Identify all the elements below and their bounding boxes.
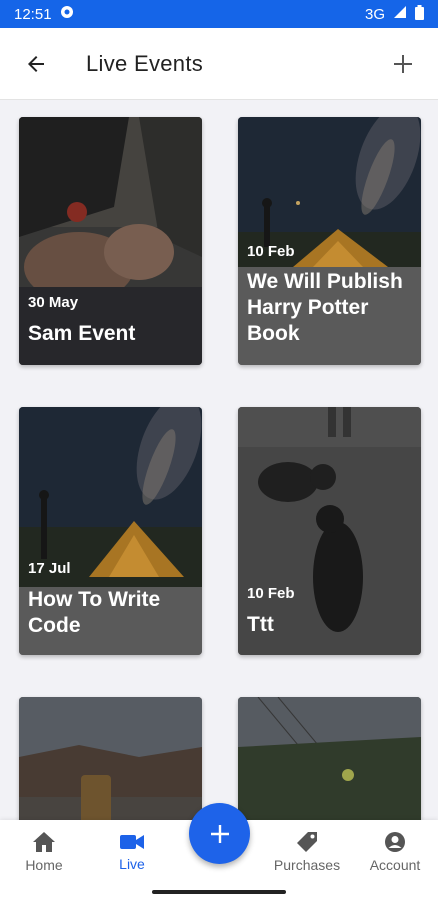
arrow-left-icon — [28, 55, 44, 72]
event-card[interactable]: 10 Feb Ttt — [238, 407, 421, 655]
tag-icon — [297, 832, 317, 852]
event-date: 30 May — [28, 294, 79, 311]
gesture-handle[interactable] — [152, 890, 286, 894]
account-circle-icon — [385, 832, 405, 852]
create-fab-button[interactable] — [189, 803, 250, 864]
event-card[interactable] — [19, 697, 202, 820]
back-button[interactable] — [0, 28, 72, 100]
status-time: 12:51 — [14, 5, 52, 23]
home-icon — [33, 832, 55, 852]
battery-icon — [415, 4, 424, 24]
event-date: 17 Jul — [28, 560, 71, 577]
nav-purchases-label: Purchases — [273, 857, 341, 873]
video-camera-icon — [120, 835, 144, 849]
nav-account-label: Account — [369, 857, 421, 873]
event-date: 10 Feb — [247, 585, 295, 602]
event-name: How To Write Code — [28, 588, 161, 637]
system-gesture-area — [0, 884, 438, 900]
event-card[interactable]: 10 Feb We Will Publish Harry Potter Book — [238, 117, 421, 365]
page-title: Live Events — [86, 50, 204, 76]
event-card[interactable] — [238, 697, 421, 820]
plus-icon — [210, 824, 229, 843]
notification-icon — [60, 5, 74, 23]
nav-home-label: Home — [25, 857, 63, 873]
events-grid: 30 May Sam Event 10 Feb We Will Publish … — [0, 100, 438, 820]
nav-purchases[interactable]: Purchases — [262, 820, 352, 884]
event-name: Ttt — [247, 613, 274, 636]
status-bar: 12:51 3G — [0, 0, 438, 28]
app-bar: Live Events — [0, 28, 438, 100]
nav-live[interactable]: Live — [88, 820, 176, 884]
event-name: We Will Publish Harry Potter Book — [247, 270, 403, 345]
plus-icon — [394, 54, 412, 73]
event-name: Sam Event — [28, 322, 136, 345]
add-event-button[interactable] — [368, 28, 438, 100]
nav-home[interactable]: Home — [0, 820, 88, 884]
event-card[interactable]: 30 May Sam Event — [19, 117, 202, 365]
nav-account[interactable]: Account — [352, 820, 438, 884]
signal-icon — [393, 5, 407, 23]
event-date: 10 Feb — [247, 243, 295, 260]
event-card[interactable]: 17 Jul How To Write Code — [19, 407, 202, 655]
network-type: 3G — [364, 5, 385, 23]
nav-live-label: Live — [119, 856, 145, 872]
